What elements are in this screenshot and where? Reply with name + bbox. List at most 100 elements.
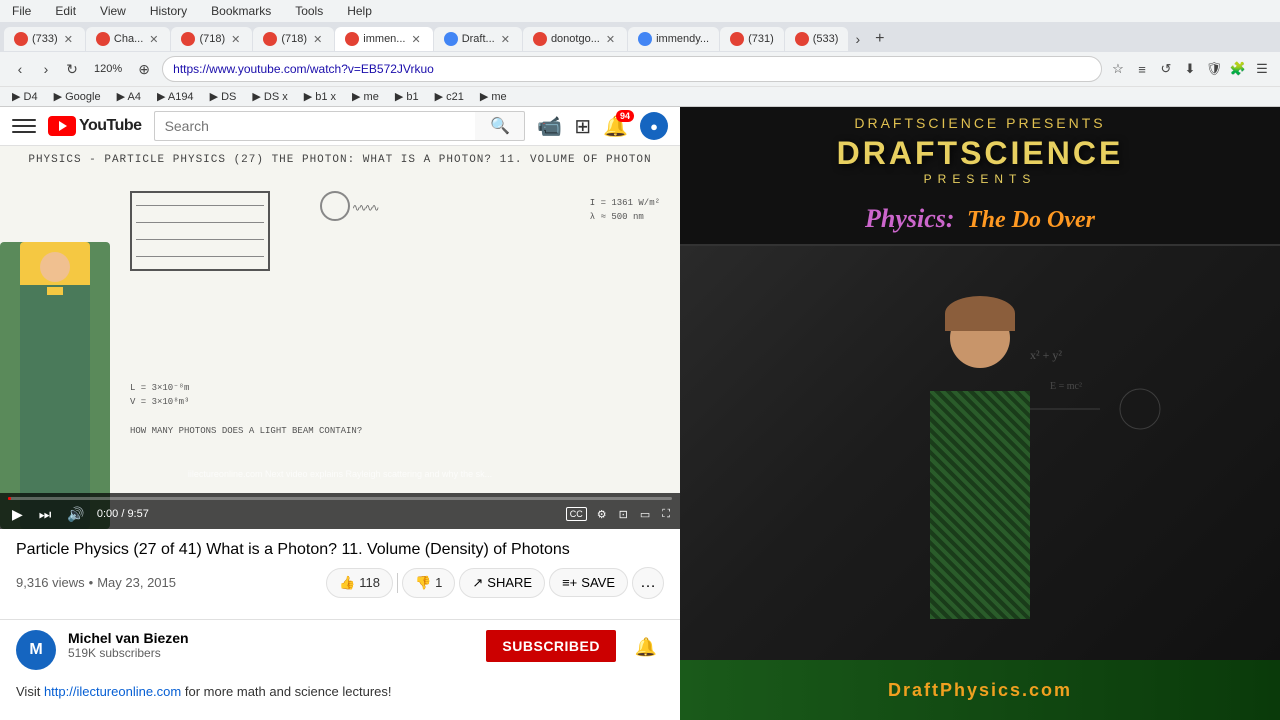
youtube-logo[interactable]: YouTube	[48, 116, 142, 136]
tab-label-2: Cha...	[114, 33, 143, 45]
tab-close-5[interactable]: ✕	[499, 33, 512, 46]
play-button[interactable]: ▶	[8, 504, 27, 525]
volume-button[interactable]: 🔊	[63, 504, 88, 525]
menu-view[interactable]: View	[96, 2, 130, 20]
like-button[interactable]: 👍 118	[326, 568, 393, 598]
bookmark-me2[interactable]: ▶ me	[476, 89, 511, 104]
bookmark-ds[interactable]: ▶ DS	[206, 89, 241, 104]
video-content: PHYSICS - PARTICLE PHYSICS (27) THE PHOT…	[0, 146, 680, 529]
new-tab-small-button[interactable]: ⊕	[132, 57, 156, 81]
url-input[interactable]	[162, 56, 1102, 82]
tab-label-6: donotgo...	[551, 33, 600, 45]
sidebar-area: DRAFTSCIENCE PRESENTS DRAFTSCIENCE PRESE…	[680, 107, 1280, 720]
miniplayer-button[interactable]: ⊡	[617, 506, 630, 523]
zoom-level: 120%	[90, 61, 126, 77]
bookmarks-bar: ▶ D4 ▶ Google ▶ A4 ▶ A194 ▶ DS ▶ DS x ▶ …	[0, 86, 1280, 106]
menu-help[interactable]: Help	[343, 2, 376, 20]
browser-tab-1[interactable]: (733) ✕	[4, 27, 85, 51]
bookmark-1[interactable]: ▶ D4	[8, 89, 42, 104]
browser-tab-4[interactable]: (718) ✕	[253, 27, 334, 51]
main-area: YouTube 🔍 📹 ⊞ 🔔 94 ●	[0, 107, 680, 720]
progress-bar[interactable]	[8, 497, 672, 500]
bookmark-b1x[interactable]: ▶ b1 x	[300, 89, 340, 104]
bookmark-c21[interactable]: ▶ c21	[431, 89, 468, 104]
save-button[interactable]: ≡+ SAVE	[549, 568, 628, 597]
reader-icon[interactable]: ≡	[1132, 59, 1152, 79]
browser-tab-3[interactable]: (718) ✕	[171, 27, 252, 51]
menu-bookmarks[interactable]: Bookmarks	[207, 2, 275, 20]
menu-icon[interactable]: ☰	[1252, 59, 1272, 79]
tab-overflow-button[interactable]: ›	[849, 27, 866, 51]
divider-1	[0, 619, 680, 620]
cc-button[interactable]: CC	[566, 507, 587, 521]
browser-tab-6[interactable]: donotgo... ✕	[523, 27, 627, 51]
dislike-button[interactable]: 👎 1	[402, 568, 455, 598]
dislike-count: 1	[435, 575, 442, 590]
bell-icon[interactable]: 🔔 94	[603, 114, 628, 139]
sidebar-header: DRAFTSCIENCE PRESENTS DRAFTSCIENCE PRESE…	[680, 107, 1280, 198]
more-options-button[interactable]: …	[632, 567, 664, 599]
description-link[interactable]: http://ilectureonline.com	[44, 684, 181, 699]
bookmark-dsx[interactable]: ▶ DS x	[248, 89, 291, 104]
view-count: 9,316 views	[16, 575, 85, 590]
browser-tab-2[interactable]: Cha... ✕	[86, 27, 171, 51]
wb-line-4	[136, 256, 264, 257]
video-player-inner: PHYSICS - PARTICLE PHYSICS (27) THE PHOT…	[0, 146, 680, 529]
next-button[interactable]: ⏭	[35, 504, 56, 525]
tab-close-6[interactable]: ✕	[604, 33, 617, 46]
extension-icon[interactable]: 🧩	[1228, 59, 1248, 79]
bookmark-4[interactable]: ▶ A194	[153, 89, 198, 104]
bookmark-3[interactable]: ▶ A4	[113, 89, 145, 104]
hamburger-menu-button[interactable]	[12, 114, 36, 138]
menu-history[interactable]: History	[146, 2, 191, 20]
tab-close-2[interactable]: ✕	[147, 33, 160, 46]
new-tab-button[interactable]: +	[867, 26, 892, 52]
bookmark-me[interactable]: ▶ me	[348, 89, 383, 104]
youtube-header: YouTube 🔍 📹 ⊞ 🔔 94 ●	[0, 107, 680, 146]
refresh-icon[interactable]: ↺	[1156, 59, 1176, 79]
subscribe-button[interactable]: SUBSCRIBED	[486, 630, 616, 662]
browser-tab-5[interactable]: Draft... ✕	[434, 27, 522, 51]
menu-file[interactable]: File	[8, 2, 35, 20]
browser-chrome: File Edit View History Bookmarks Tools H…	[0, 0, 1280, 107]
download-icon[interactable]: ⬇	[1180, 59, 1200, 79]
hamburger-line-2	[12, 125, 36, 127]
forward-button[interactable]: ›	[34, 57, 58, 81]
bookmark-2[interactable]: ▶ Google	[50, 89, 105, 104]
browser-tab-active[interactable]: immen... ✕	[335, 27, 432, 51]
tab-close-active[interactable]: ✕	[409, 33, 422, 46]
fullscreen-button[interactable]: ⛶	[660, 506, 672, 523]
browser-tab-9[interactable]: (533)	[785, 27, 849, 51]
tab-favicon-3	[181, 32, 195, 46]
controls-row: ▶ ⏭ 🔊 0:00 / 9:57 CC ⚙ ⊡	[8, 504, 672, 525]
search-button[interactable]: 🔍	[475, 111, 525, 141]
bookmark-icon[interactable]: ☆	[1108, 59, 1128, 79]
bookmark-b1[interactable]: ▶ b1	[391, 89, 423, 104]
user-avatar[interactable]: ●	[640, 112, 668, 140]
notification-bell-button[interactable]: 🔔	[628, 630, 664, 666]
reload-button[interactable]: ↻	[60, 57, 84, 81]
share-button[interactable]: ↗ SHARE	[459, 568, 545, 598]
menu-tools[interactable]: Tools	[291, 2, 327, 20]
menu-edit[interactable]: Edit	[51, 2, 80, 20]
thumbs-up-icon: 👍	[339, 575, 355, 591]
shield-icon[interactable]: 🛡	[1204, 59, 1224, 79]
sidebar-video-area: x² + y² E = mc²	[680, 246, 1280, 660]
channel-avatar[interactable]: M	[16, 630, 56, 670]
video-camera-icon[interactable]: 📹	[537, 114, 562, 139]
search-input[interactable]	[154, 111, 476, 141]
tab-close-4[interactable]: ✕	[311, 33, 324, 46]
tab-close-1[interactable]: ✕	[62, 33, 75, 46]
channel-name[interactable]: Michel van Biezen	[68, 630, 474, 646]
back-button[interactable]: ‹	[8, 57, 32, 81]
browser-tab-8[interactable]: (731)	[720, 27, 784, 51]
notification-badge: 94	[616, 110, 634, 122]
tab-close-3[interactable]: ✕	[229, 33, 242, 46]
video-player: PHYSICS - PARTICLE PHYSICS (27) THE PHOT…	[0, 146, 680, 529]
browser-tab-7[interactable]: immendy...	[628, 27, 719, 51]
physics-banner: Physics: The Do Over	[680, 198, 1280, 246]
theater-button[interactable]: ▭	[638, 506, 652, 523]
settings-button[interactable]: ⚙	[595, 506, 609, 523]
whiteboard-content: ∿∿∿∿ L = 3×10⁻⁸mV = 3×10⁸m³HOW MANY PHOT…	[120, 171, 670, 469]
grid-icon[interactable]: ⊞	[574, 114, 591, 139]
